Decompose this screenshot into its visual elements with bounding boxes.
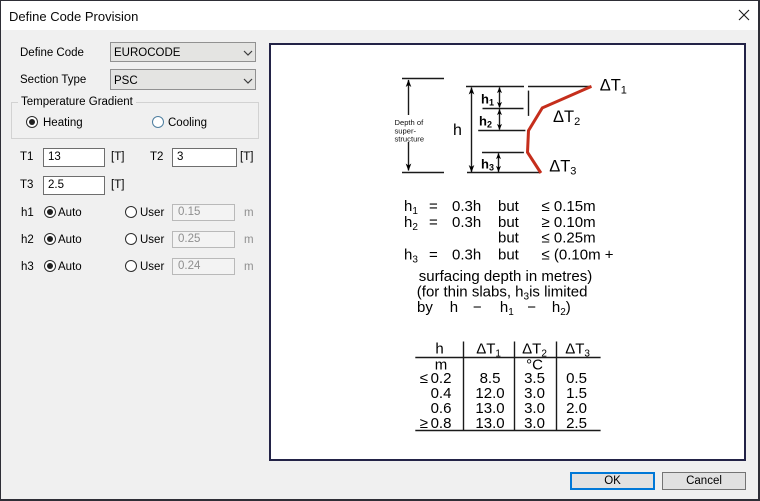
svg-text:≤ 0.15m: ≤ 0.15m: [542, 198, 596, 215]
svg-text:but: but: [498, 214, 520, 231]
svg-text:h: h: [453, 122, 462, 139]
svg-text:by: by: [417, 299, 433, 316]
svg-text:h: h: [450, 299, 458, 316]
svg-text:≤ 0.25m: ≤ 0.25m: [542, 230, 596, 247]
svg-text:but: but: [498, 230, 520, 247]
svg-text:h1: h1: [500, 299, 514, 318]
svg-text:3.0: 3.0: [524, 415, 545, 432]
svg-text:≥ 0.10m: ≥ 0.10m: [542, 214, 596, 231]
svg-text:surfacing depth in metres): surfacing depth in metres): [419, 268, 592, 285]
svg-text:−: −: [527, 299, 536, 316]
svg-text:≥: ≥: [420, 415, 428, 432]
svg-text:=: =: [429, 198, 438, 215]
svg-text:ΔT3: ΔT3: [549, 158, 576, 178]
svg-text:0.3h: 0.3h: [452, 214, 481, 231]
svg-text:h1: h1: [481, 92, 494, 108]
svg-text:0.3h: 0.3h: [452, 247, 481, 264]
svg-text:13.0: 13.0: [475, 415, 504, 432]
svg-text:ΔT3: ΔT3: [565, 341, 590, 360]
svg-text:≤: ≤: [420, 370, 428, 387]
svg-text:h2: h2: [479, 114, 492, 130]
svg-text:but: but: [498, 198, 520, 215]
svg-text:h3: h3: [481, 157, 494, 173]
svg-text:ΔT1: ΔT1: [476, 341, 501, 360]
svg-text:ΔT2: ΔT2: [553, 108, 580, 128]
svg-text:h2): h2): [552, 299, 571, 318]
svg-text:0.8: 0.8: [431, 415, 452, 432]
svg-text:h3: h3: [404, 247, 418, 266]
svg-text:0.3h: 0.3h: [452, 198, 481, 215]
svg-text:−: −: [473, 299, 482, 316]
svg-text:≤ (0.10m +: ≤ (0.10m +: [542, 247, 614, 264]
svg-text:=: =: [429, 247, 438, 264]
svg-text:=: =: [429, 214, 438, 231]
svg-text:but: but: [498, 247, 520, 264]
svg-text:ΔT1: ΔT1: [600, 77, 627, 97]
svg-text:h: h: [435, 341, 443, 358]
svg-text:structure: structure: [395, 135, 425, 144]
svg-text:2.5: 2.5: [566, 415, 587, 432]
